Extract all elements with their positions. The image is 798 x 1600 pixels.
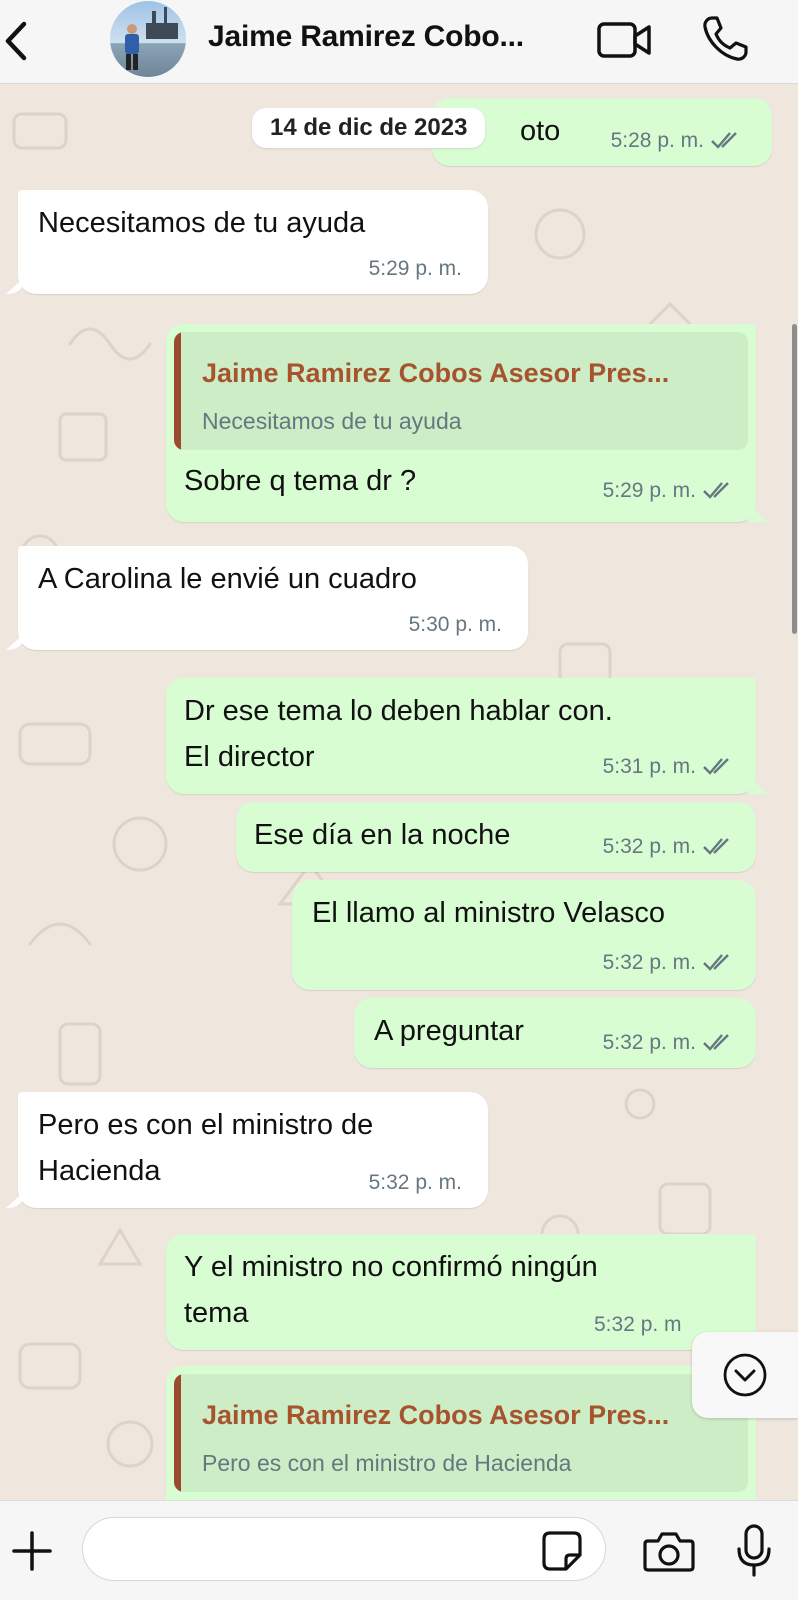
message-bubble-outgoing[interactable]: Jaime Ramirez Cobos Asesor Pres... Pero …: [166, 1366, 756, 1500]
message-text-line: Hacienda: [38, 1155, 161, 1187]
video-camera-icon: [597, 22, 651, 58]
video-call-button[interactable]: [596, 18, 654, 62]
message-time: 5:29 p. m.: [368, 257, 462, 280]
message-time: 5:32 p. m: [594, 1313, 682, 1336]
reply-quote-bar: [174, 1374, 181, 1492]
back-button[interactable]: [0, 18, 40, 64]
contact-name[interactable]: Jaime Ramirez Cobo...: [208, 20, 578, 54]
message-text-line: Dr ese tema lo deben hablar con.: [184, 695, 613, 727]
message-bubble-outgoing[interactable]: Jaime Ramirez Cobos Asesor Pres... Neces…: [166, 324, 756, 522]
message-time: 5:28 p. m.: [610, 129, 704, 152]
microphone-icon: [737, 1524, 771, 1577]
phone-icon: [703, 16, 748, 61]
composer-bar: [0, 1500, 798, 1600]
read-ticks-icon: [703, 838, 729, 855]
read-ticks-icon: [703, 1034, 729, 1051]
reply-quote-bar: [174, 332, 181, 450]
message-time: 5:32 p. m.: [602, 951, 696, 974]
message-time: 5:29 p. m.: [602, 479, 696, 502]
voice-call-button[interactable]: [700, 14, 750, 64]
message-bubble-outgoing[interactable]: Dr ese tema lo deben hablar con. El dire…: [166, 678, 756, 794]
message-bubble-incoming[interactable]: Pero es con el ministro de Hacienda 5:32…: [18, 1092, 488, 1208]
sticker-icon: [542, 1531, 582, 1571]
reply-quote-text: Necesitamos de tu ayuda: [202, 408, 462, 434]
message-meta: 5:28 p. m.: [611, 128, 744, 154]
contact-avatar[interactable]: [110, 1, 186, 77]
message-text: A Carolina le envié un cuadro: [38, 563, 417, 595]
message-meta: 5:32 p. m.: [603, 834, 736, 860]
message-bubble-outgoing[interactable]: A preguntar 5:32 p. m.: [354, 998, 756, 1068]
reply-quote-text: Pero es con el ministro de Hacienda: [202, 1450, 572, 1476]
message-text: Necesitamos de tu ayuda: [38, 207, 366, 239]
voice-message-button[interactable]: [734, 1523, 774, 1579]
date-separator: 14 de dic de 2023: [252, 108, 486, 148]
message-text-line: Pero es con el ministro de: [38, 1109, 374, 1141]
message-time: 5:30 p. m.: [408, 613, 502, 636]
read-ticks-icon: [711, 132, 737, 149]
chat-scrollbar[interactable]: [792, 324, 797, 634]
message-bubble-outgoing[interactable]: El llamo al ministro Velasco 5:32 p. m.: [292, 880, 756, 990]
message-text: El llamo al ministro Velasco: [312, 897, 665, 929]
message-input[interactable]: [82, 1517, 606, 1581]
message-text: Sobre q tema dr ?: [184, 465, 417, 497]
camera-button[interactable]: [642, 1527, 696, 1575]
scroll-to-bottom-button[interactable]: [692, 1332, 798, 1418]
message-bubble-outgoing[interactable]: Ese día en la noche 5:32 p. m.: [236, 802, 756, 872]
message-text: oto: [520, 115, 561, 147]
message-meta: 5:32 p. m.: [603, 1030, 736, 1056]
message-meta: 5:31 p. m.: [603, 754, 736, 780]
message-meta: 5:32 p. m.: [603, 950, 736, 976]
read-ticks-icon: [703, 954, 729, 971]
message-time: 5:32 p. m.: [602, 1031, 696, 1054]
message-text: Ese día en la noche: [254, 819, 511, 851]
message-bubble-incoming[interactable]: Necesitamos de tu ayuda 5:29 p. m.: [18, 190, 488, 294]
message-bubble-incoming[interactable]: A Carolina le envié un cuadro 5:30 p. m.: [18, 546, 528, 650]
reply-quote-author: Jaime Ramirez Cobos Asesor Pres...: [202, 1400, 670, 1430]
read-ticks-icon: [703, 482, 729, 499]
camera-icon: [643, 1532, 695, 1572]
message-time: 5:32 p. m.: [368, 1171, 462, 1194]
chevron-down-circle-icon: [723, 1353, 767, 1397]
reply-quote[interactable]: Jaime Ramirez Cobos Asesor Pres... Pero …: [174, 1374, 748, 1492]
reply-quote[interactable]: Jaime Ramirez Cobos Asesor Pres... Neces…: [174, 332, 748, 450]
message-text-line: Y el ministro no confirmó ningún: [184, 1251, 598, 1283]
chat-area[interactable]: 14 de dic de 2023 oto 5:28 p. m. Necesit…: [0, 84, 798, 1500]
message-time: 5:31 p. m.: [602, 755, 696, 778]
sticker-button[interactable]: [540, 1529, 584, 1573]
message-time: 5:32 p. m.: [602, 835, 696, 858]
chat-header: Jaime Ramirez Cobo...: [0, 0, 798, 84]
message-meta: 5:29 p. m.: [603, 478, 736, 504]
message-bubble-outgoing[interactable]: Y el ministro no confirmó ningún tema 5:…: [166, 1234, 756, 1350]
message-text-line: El director: [184, 741, 315, 773]
read-ticks-icon: [703, 758, 729, 775]
reply-quote-author: Jaime Ramirez Cobos Asesor Pres...: [202, 358, 670, 388]
chevron-left-icon: [5, 21, 27, 61]
plus-icon: [12, 1531, 52, 1571]
message-text-line: tema: [184, 1297, 249, 1329]
attach-button[interactable]: [8, 1527, 56, 1575]
message-text: A preguntar: [374, 1015, 524, 1047]
